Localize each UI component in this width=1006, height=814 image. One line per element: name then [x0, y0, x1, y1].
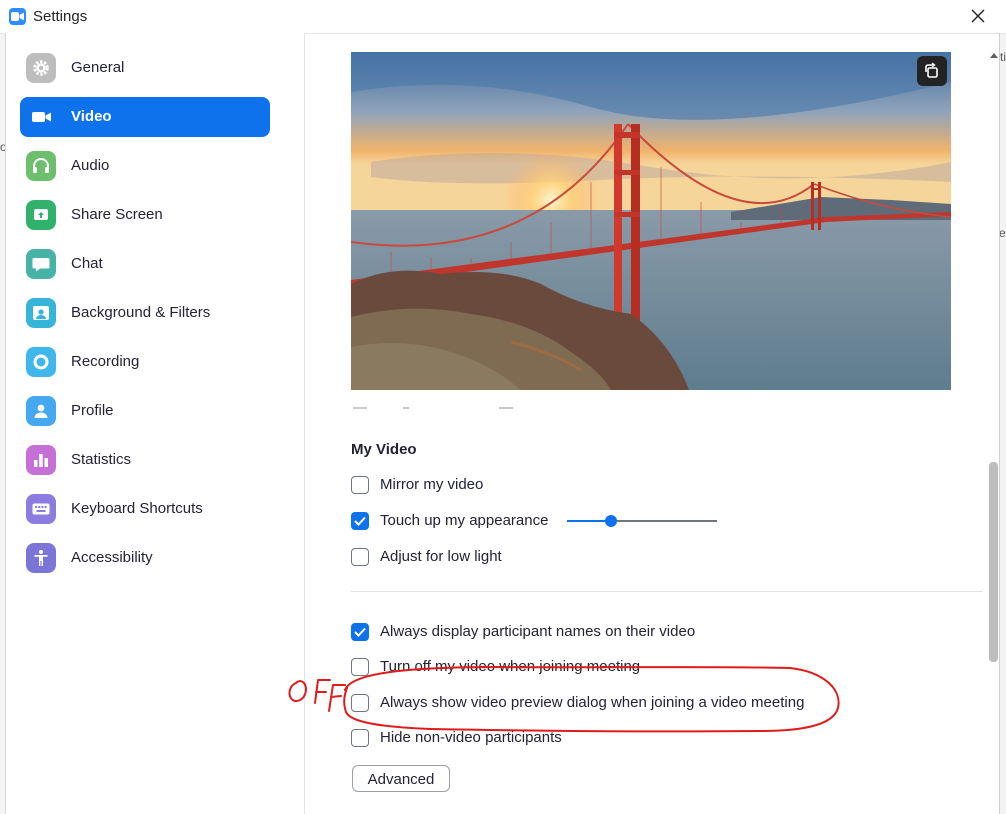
- slider-thumb[interactable]: [604, 515, 617, 527]
- rotate-camera-button[interactable]: [917, 56, 947, 86]
- bar-chart-icon: [26, 445, 56, 475]
- headphones-icon: [26, 151, 56, 181]
- scroll-up-arrow-icon[interactable]: [990, 52, 998, 58]
- sidebar-item-recording[interactable]: Recording: [20, 342, 270, 382]
- checkmark-icon: [354, 516, 366, 526]
- sidebar-item-statistics[interactable]: Statistics: [20, 440, 270, 480]
- sidebar-item-label: Chat: [71, 255, 103, 272]
- hide-nonvideo-checkbox[interactable]: [351, 729, 369, 747]
- sidebar-item-label: Audio: [71, 157, 110, 174]
- my-video-heading: My Video: [351, 441, 417, 458]
- sidebar-item-video[interactable]: Video: [20, 97, 270, 137]
- checkmark-icon: [354, 627, 366, 637]
- scrollbar[interactable]: [987, 33, 999, 814]
- sidebar-item-share-screen[interactable]: Share Screen: [20, 195, 270, 235]
- sidebar-item-audio[interactable]: Audio: [20, 146, 270, 186]
- sidebar-item-label: Recording: [71, 353, 140, 370]
- video-preview: [351, 52, 951, 390]
- sidebar-item-label: Accessibility: [71, 549, 153, 566]
- advanced-button[interactable]: Advanced: [352, 765, 450, 792]
- hide-nonvideo-label: Hide non-video participants: [380, 729, 562, 746]
- background-window-right: [1000, 33, 1006, 814]
- slider-fill: [567, 520, 611, 522]
- touch-up-checkbox[interactable]: [351, 512, 369, 530]
- sidebar-item-label: Share Screen: [71, 206, 163, 223]
- mirror-video-checkbox[interactable]: [351, 476, 369, 494]
- preview-dialog-checkbox[interactable]: [351, 694, 369, 712]
- chat-bubble-icon: [26, 249, 56, 279]
- clipped-content: [353, 407, 367, 409]
- low-light-label: Adjust for low light: [380, 548, 502, 565]
- sidebar-item-label: Background & Filters: [71, 304, 211, 321]
- close-button[interactable]: [968, 6, 988, 26]
- sidebar-item-label: Keyboard Shortcuts: [71, 500, 203, 517]
- video-preview-image: [351, 52, 951, 390]
- display-names-label: Always display participant names on thei…: [380, 623, 696, 640]
- mirror-video-label: Mirror my video: [380, 476, 484, 493]
- sidebar-item-accessibility[interactable]: Accessibility: [20, 538, 270, 578]
- touch-up-label: Touch up my appearance: [380, 512, 549, 529]
- touch-up-slider[interactable]: [567, 513, 717, 529]
- sidebar-item-keyboard-shortcuts[interactable]: Keyboard Shortcuts: [20, 489, 270, 529]
- clipped-content: [499, 407, 513, 409]
- background-text-fragment: es: [999, 226, 1006, 240]
- person-icon: [26, 396, 56, 426]
- sidebar-item-background-filters[interactable]: Background & Filters: [20, 293, 270, 333]
- sidebar-item-general[interactable]: General: [20, 48, 270, 88]
- gear-icon: [26, 53, 56, 83]
- sidebar-item-label: Profile: [71, 402, 114, 419]
- section-divider: [351, 591, 983, 592]
- share-screen-icon: [26, 200, 56, 230]
- settings-sidebar: General Video Audio Share Screen Chat Ba…: [6, 33, 305, 814]
- close-icon: [971, 9, 985, 23]
- background-person-icon: [26, 298, 56, 328]
- preview-dialog-label: Always show video preview dialog when jo…: [380, 694, 805, 711]
- window-border: [999, 33, 1000, 814]
- clipped-content: [403, 407, 409, 409]
- sidebar-item-chat[interactable]: Chat: [20, 244, 270, 284]
- low-light-checkbox[interactable]: [351, 548, 369, 566]
- background-text-fragment: ti: [1000, 50, 1006, 64]
- turn-off-video-label: Turn off my video when joining meeting: [380, 658, 641, 675]
- rotate-icon: [925, 62, 938, 78]
- display-names-checkbox[interactable]: [351, 623, 369, 641]
- scrollbar-thumb[interactable]: [989, 462, 998, 662]
- zoom-app-icon: [9, 8, 26, 25]
- record-icon: [26, 347, 56, 377]
- accessibility-icon: [26, 543, 56, 573]
- sidebar-item-profile[interactable]: Profile: [20, 391, 270, 431]
- window-title: Settings: [33, 8, 88, 25]
- sidebar-item-label: Video: [71, 108, 112, 125]
- turn-off-video-checkbox[interactable]: [351, 658, 369, 676]
- sidebar-item-label: General: [71, 59, 125, 76]
- video-camera-icon: [26, 102, 56, 132]
- sidebar-item-label: Statistics: [71, 451, 132, 468]
- title-bar: Settings: [0, 0, 1006, 34]
- keyboard-icon: [26, 494, 56, 524]
